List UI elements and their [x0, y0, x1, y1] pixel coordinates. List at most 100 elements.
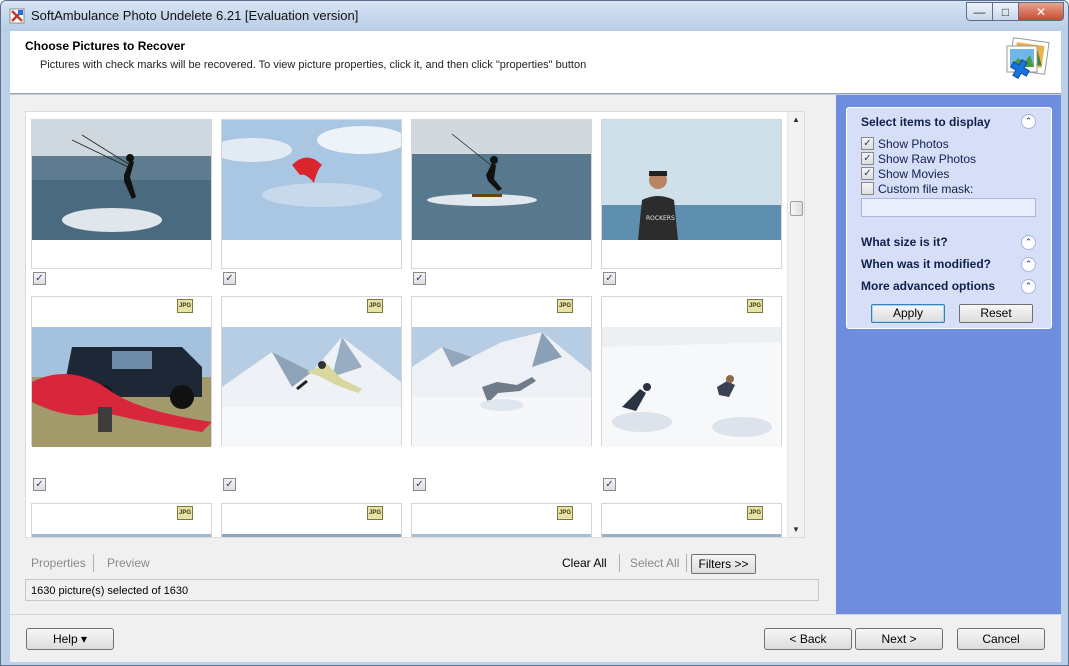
- minimize-button[interactable]: —: [966, 2, 993, 21]
- wizard-header: Choose Pictures to Recover Pictures with…: [10, 31, 1061, 94]
- display-section-title[interactable]: Select items to display: [861, 115, 990, 129]
- recover-checkbox[interactable]: ✓: [223, 478, 236, 491]
- thumbnail-image: [222, 327, 401, 447]
- next-button[interactable]: Next >: [855, 628, 943, 650]
- jpg-file-icon: JPG: [747, 299, 763, 313]
- expand-icon[interactable]: ⌃: [1021, 279, 1036, 294]
- recover-checkbox[interactable]: ✓: [223, 272, 236, 285]
- show-movies-checkbox[interactable]: ✓: [861, 167, 874, 181]
- gallery-scrollbar[interactable]: ▲ ▼: [787, 112, 804, 537]
- thumbnail-image: [222, 120, 401, 240]
- picture-thumb[interactable]: JPG ✓: [221, 296, 402, 491]
- reset-button[interactable]: Reset: [959, 304, 1033, 323]
- thumbnail-image: [32, 534, 211, 537]
- help-button[interactable]: Help ▾: [26, 628, 114, 650]
- picture-thumb[interactable]: ✓: [221, 119, 402, 285]
- jpg-file-icon: JPG: [747, 506, 763, 520]
- back-button[interactable]: < Back: [764, 628, 852, 650]
- photo-recovery-icon: [1006, 37, 1050, 79]
- recover-checkbox[interactable]: ✓: [413, 478, 426, 491]
- picture-thumb[interactable]: JPG: [31, 503, 212, 537]
- picture-thumb[interactable]: JPG ✓: [31, 296, 212, 491]
- recover-checkbox[interactable]: ✓: [603, 272, 616, 285]
- page-subtitle: Pictures with check marks will be recove…: [40, 59, 587, 71]
- window-title: SoftAmbulance Photo Undelete 6.21 [Evalu…: [31, 8, 359, 23]
- page-title: Choose Pictures to Recover: [25, 39, 186, 53]
- scroll-down-arrow-icon[interactable]: ▼: [792, 525, 800, 534]
- recover-checkbox[interactable]: ✓: [33, 272, 46, 285]
- title-bar[interactable]: SoftAmbulance Photo Undelete 6.21 [Evalu…: [1, 1, 1068, 31]
- picture-thumb[interactable]: JPG: [601, 503, 782, 537]
- thumbnail-image: [412, 327, 591, 447]
- scroll-up-arrow-icon[interactable]: ▲: [792, 115, 800, 124]
- wizard-footer: Help ▾ < Back Next > Cancel: [10, 614, 1061, 662]
- picture-thumb[interactable]: JPG: [221, 503, 402, 537]
- recover-checkbox[interactable]: ✓: [603, 478, 616, 491]
- filters-button[interactable]: Filters >>: [691, 554, 756, 574]
- option-show-photos[interactable]: ✓ Show Photos: [861, 137, 949, 151]
- picture-thumb[interactable]: JPG: [411, 503, 592, 537]
- option-show-movies[interactable]: ✓ Show Movies: [861, 167, 949, 181]
- filter-sidebar: Select items to display ⌃ ✓ Show Photos ✓…: [836, 95, 1061, 614]
- picture-thumb[interactable]: JPG ✓: [601, 296, 782, 491]
- option-show-raw-photos[interactable]: ✓ Show Raw Photos: [861, 152, 976, 166]
- modified-section-title[interactable]: When was it modified?: [861, 257, 991, 271]
- cancel-button[interactable]: Cancel: [957, 628, 1045, 650]
- custom-mask-input[interactable]: [861, 198, 1036, 217]
- jpg-file-icon: JPG: [367, 506, 383, 520]
- separator: [93, 554, 94, 572]
- option-label: Custom file mask:: [878, 182, 974, 196]
- picture-gallery[interactable]: ✓ ✓ ✓ ROCKERS ✓ JPG ✓ JPG ✓ JPG ✓ JPG ✓ …: [25, 111, 805, 538]
- jpg-file-icon: JPG: [557, 506, 573, 520]
- picture-thumb[interactable]: JPG ✓: [411, 296, 592, 491]
- maximize-icon: □: [1001, 4, 1010, 19]
- apply-button[interactable]: Apply: [871, 304, 945, 323]
- recover-checkbox[interactable]: ✓: [413, 272, 426, 285]
- option-label: Show Photos: [878, 137, 949, 151]
- advanced-section-title[interactable]: More advanced options: [861, 279, 995, 293]
- minimize-icon: —: [973, 4, 986, 19]
- app-icon: [9, 8, 25, 24]
- jpg-file-icon: JPG: [367, 299, 383, 313]
- expand-icon[interactable]: ⌃: [1021, 257, 1036, 272]
- display-options-panel: Select items to display ⌃ ✓ Show Photos ✓…: [846, 107, 1052, 329]
- jpg-file-icon: JPG: [177, 506, 193, 520]
- thumbnail-image: [412, 120, 591, 240]
- thumbnail-image: [222, 534, 401, 537]
- picture-thumb[interactable]: ROCKERS ✓: [601, 119, 782, 285]
- app-window: SoftAmbulance Photo Undelete 6.21 [Evalu…: [0, 0, 1069, 666]
- selection-status: 1630 picture(s) selected of 1630: [31, 585, 189, 597]
- maximize-button[interactable]: □: [992, 2, 1019, 21]
- size-section-title[interactable]: What size is it?: [861, 235, 948, 249]
- status-bar: 1630 picture(s) selected of 1630: [25, 579, 819, 601]
- option-label: Show Movies: [878, 167, 950, 181]
- svg-text:ROCKERS: ROCKERS: [646, 215, 675, 222]
- option-custom-mask[interactable]: Custom file mask:: [861, 182, 973, 196]
- show-photos-checkbox[interactable]: ✓: [861, 137, 874, 151]
- properties-link[interactable]: Properties: [31, 556, 86, 570]
- thumbnail-image: [602, 327, 781, 447]
- clear-all-link[interactable]: Clear All: [562, 556, 607, 570]
- select-all-link[interactable]: Select All: [630, 556, 679, 570]
- preview-link[interactable]: Preview: [107, 556, 150, 570]
- recover-checkbox[interactable]: ✓: [33, 478, 46, 491]
- separator: [686, 554, 687, 572]
- separator: [619, 554, 620, 572]
- scrollbar-thumb[interactable]: [790, 201, 803, 216]
- picture-thumb[interactable]: ✓: [31, 119, 212, 285]
- close-icon: ✕: [1035, 4, 1047, 19]
- thumbnail-image: [32, 327, 211, 447]
- thumbnail-image: [32, 120, 211, 240]
- option-label: Show Raw Photos: [878, 152, 977, 166]
- window-controls: — □ ✕: [966, 2, 1064, 21]
- collapse-up-icon[interactable]: ⌃: [1021, 114, 1036, 129]
- expand-icon[interactable]: ⌃: [1021, 235, 1036, 250]
- thumbnail-image: [602, 534, 781, 537]
- thumbnail-image: ROCKERS: [602, 120, 781, 240]
- picture-thumb[interactable]: ✓: [411, 119, 592, 285]
- thumbnail-image: [412, 534, 591, 537]
- show-raw-photos-checkbox[interactable]: ✓: [861, 152, 874, 166]
- custom-mask-checkbox[interactable]: [861, 182, 874, 196]
- jpg-file-icon: JPG: [177, 299, 193, 313]
- close-button[interactable]: ✕: [1018, 2, 1064, 21]
